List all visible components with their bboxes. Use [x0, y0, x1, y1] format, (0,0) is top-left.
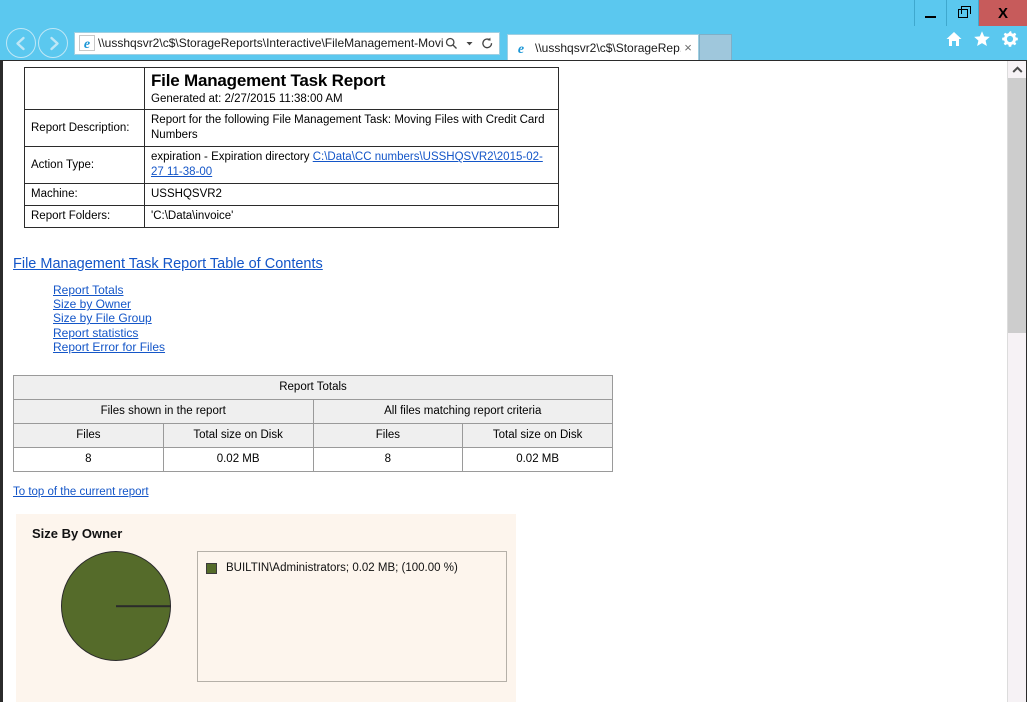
toc-link-report-error-for-files[interactable]: Report Error for Files [53, 340, 165, 354]
minimize-button[interactable] [914, 0, 946, 26]
restore-icon [957, 5, 971, 18]
size-by-owner-section: Size By Owner BUILTIN\Administrators; 0.… [16, 514, 516, 702]
svg-text:e: e [84, 37, 90, 51]
totals-value-files-shown: 8 [13, 447, 164, 473]
totals-value-size-all: 0.02 MB [462, 447, 613, 473]
list-item: Report Totals [53, 283, 1007, 297]
totals-value-files-all: 8 [312, 447, 464, 473]
report-title-cell: File Management Task Report Generated at… [144, 67, 559, 110]
row-label-report-folders: Report Folders: [24, 205, 145, 228]
browser-tab-active[interactable]: e \\usshqsvr2\c$\StorageRep... × [507, 34, 699, 60]
totals-caption-row: Report Totals [13, 375, 613, 401]
table-row: Machine: USSHQSVR2 [24, 183, 559, 206]
totals-col-size-all: Total size on Disk [462, 423, 613, 449]
minimize-icon [925, 15, 936, 18]
size-by-owner-heading: Size By Owner [32, 526, 123, 542]
legend-color-swatch [206, 562, 217, 574]
tab-close-icon[interactable]: × [681, 41, 695, 54]
scroll-up-button[interactable] [1008, 61, 1026, 78]
address-bar[interactable]: e \\usshqsvr2\c$\StorageReports\Interact… [74, 31, 500, 55]
list-item: Report statistics [53, 326, 1007, 340]
chevron-down-icon[interactable] [461, 34, 477, 52]
row-label-description: Report Description: [24, 109, 145, 147]
legend-item: BUILTIN\Administrators; 0.02 MB; (100.00… [206, 562, 506, 574]
toc-heading: File Management Task Report Table of Con… [13, 256, 323, 272]
list-item: Report Error for Files [53, 340, 1007, 354]
list-item: Size by Owner [53, 297, 1007, 311]
tab-strip: e \\usshqsvr2\c$\StorageRep... × [507, 26, 732, 60]
home-icon[interactable] [945, 30, 963, 48]
row-value-report-folders: 'C:\Data\invoice' [144, 205, 559, 228]
row-label-action-type: Action Type: [24, 146, 145, 184]
new-tab-button[interactable] [699, 34, 732, 60]
pie-chart-legend: BUILTIN\Administrators; 0.02 MB; (100.00… [197, 551, 507, 683]
search-icon[interactable] [443, 34, 459, 52]
totals-col-files-all: Files [312, 423, 464, 449]
pie-slice-divider [116, 605, 171, 607]
report-generated-at: Generated at: 2/27/2015 11:38:00 AM [151, 93, 343, 105]
close-icon: X [997, 4, 1008, 22]
star-icon[interactable] [973, 30, 991, 48]
list-item: Size by File Group [53, 311, 1007, 325]
totals-value-size-shown: 0.02 MB [162, 447, 314, 473]
totals-group-header-shown: Files shown in the report [13, 399, 314, 425]
address-input-value: \\usshqsvr2\c$\StorageReports\Interactiv… [98, 36, 443, 50]
refresh-icon[interactable] [479, 34, 495, 52]
navigation-bar: e \\usshqsvr2\c$\StorageReports\Interact… [0, 26, 1027, 60]
toc-link-size-by-file-group[interactable]: Size by File Group [53, 311, 152, 325]
toc-list: Report Totals Size by Owner Size by File… [3, 283, 1007, 354]
browser-toolbar-icons [945, 30, 1019, 48]
row-label-machine: Machine: [24, 183, 145, 206]
forward-button[interactable] [38, 28, 68, 58]
toc-link-size-by-owner[interactable]: Size by Owner [53, 297, 131, 311]
report-header-table: File Management Task Report Generated at… [24, 67, 559, 228]
toc-link-report-totals[interactable]: Report Totals [53, 283, 123, 297]
toc-heading-link[interactable]: File Management Task Report Table of Con… [13, 256, 323, 272]
toc-link-report-statistics[interactable]: Report statistics [53, 326, 138, 340]
address-bar-icons [443, 34, 497, 52]
svg-text:e: e [518, 42, 524, 56]
totals-caption: Report Totals [13, 375, 613, 401]
forward-arrow-icon [49, 36, 59, 50]
legend-item-label: BUILTIN\Administrators; 0.02 MB; (100.00… [226, 562, 458, 575]
totals-col-size-shown: Total size on Disk [162, 423, 314, 449]
table-row: Action Type: expiration - Expiration dir… [24, 146, 559, 184]
maximize-button[interactable] [946, 0, 978, 26]
scrollbar-thumb[interactable] [1008, 78, 1026, 333]
report-document: File Management Task Report Generated at… [3, 61, 1007, 702]
table-row: Report Folders: 'C:\Data\invoice' [24, 205, 559, 228]
table-row: Report Description: Report for the follo… [24, 109, 559, 147]
to-top-link-wrap: To top of the current report [13, 486, 1007, 498]
gear-icon[interactable] [1001, 30, 1019, 48]
page-viewport: File Management Task Report Generated at… [0, 60, 1027, 702]
to-top-of-report-link[interactable]: To top of the current report [13, 486, 149, 498]
size-by-owner-pie-chart [61, 551, 171, 662]
tab-title: \\usshqsvr2\c$\StorageRep... [535, 40, 681, 55]
row-value-description: Report for the following File Management… [144, 109, 559, 147]
totals-col-files-shown: Files [13, 423, 164, 449]
report-totals-table: Report Totals Files shown in the report … [13, 375, 613, 473]
back-button[interactable] [6, 28, 36, 58]
row-value-machine: USSHQSVR2 [144, 183, 559, 206]
totals-group-header-all: All files matching report criteria [312, 399, 613, 425]
close-button[interactable]: X [978, 0, 1027, 26]
totals-column-header-row: Files Total size on Disk Files Total siz… [13, 423, 613, 449]
internet-explorer-icon: e [79, 35, 95, 51]
row-value-action-type: expiration - Expiration directory C:\Dat… [144, 146, 559, 184]
chevron-up-icon [1012, 65, 1022, 73]
window-controls: X [914, 0, 1027, 26]
page-title: File Management Task Report [151, 71, 386, 90]
totals-group-header-row: Files shown in the report All files matc… [13, 399, 613, 425]
report-title-row: File Management Task Report Generated at… [24, 67, 559, 110]
table-row: 8 0.02 MB 8 0.02 MB [13, 447, 613, 473]
tab-internet-explorer-icon: e [513, 39, 529, 56]
report-title-spacer [24, 67, 145, 110]
size-by-owner-chart-row: BUILTIN\Administrators; 0.02 MB; (100.00… [16, 541, 516, 683]
browser-window: X e \\usshqsvr2\c$\StorageReports\Intera… [0, 0, 1027, 702]
vertical-scrollbar[interactable] [1007, 61, 1026, 702]
action-type-text: expiration - Expiration directory [151, 151, 313, 163]
back-arrow-icon [15, 36, 25, 50]
title-bar: X [0, 0, 1027, 26]
